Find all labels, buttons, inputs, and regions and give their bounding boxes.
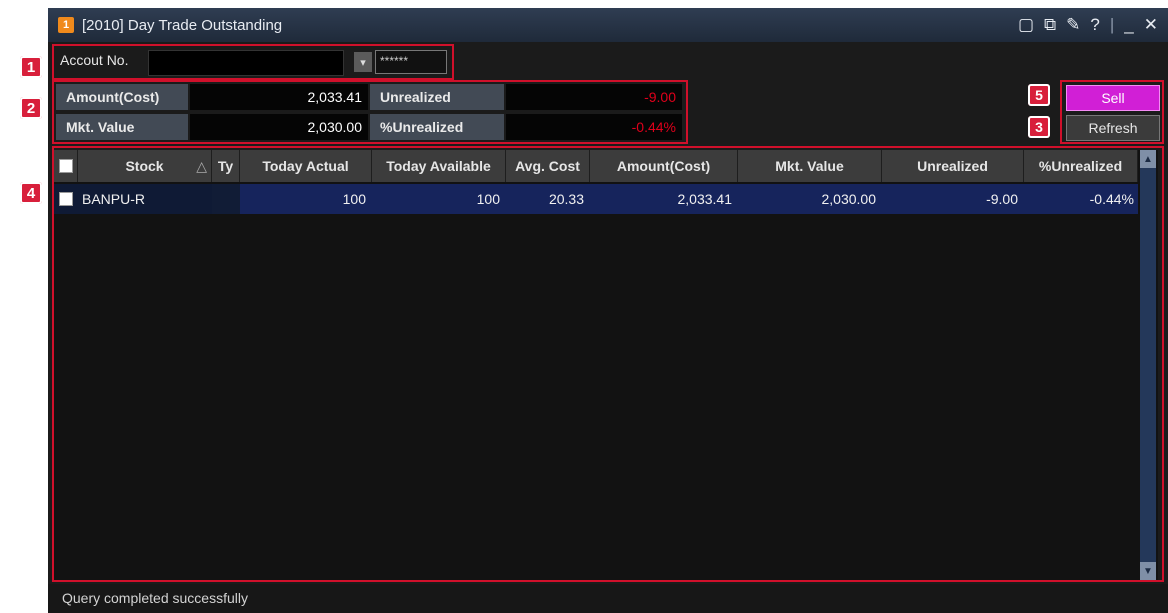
header-amount-cost[interactable]: Amount(Cost) (590, 150, 738, 182)
window-controls: ▢ ⧉ ✎ ? | _ ✕ (1018, 8, 1158, 42)
callout-badge-3: 3 (1028, 116, 1050, 138)
help-icon[interactable]: ? (1090, 15, 1099, 35)
table-row[interactable]: BANPU-R 100 100 20.33 2,033.41 2,030.00 … (54, 184, 1138, 214)
unrealized-value: -9.00 (506, 84, 682, 110)
cell-unrealized: -9.00 (882, 184, 1024, 214)
sort-up-icon: △ (196, 157, 207, 174)
day-trade-window: 1 [2010] Day Trade Outstanding ▢ ⧉ ✎ ? |… (48, 8, 1168, 613)
callout-badge-4: 4 (20, 182, 42, 204)
amount-cost-value: 2,033.41 (190, 84, 368, 110)
header-today-available[interactable]: Today Available (372, 150, 506, 182)
app-icon: 1 (58, 17, 74, 33)
cell-today-available: 100 (372, 184, 506, 214)
header-stock[interactable]: Stock △ (78, 150, 212, 182)
account-label: Accout No. (60, 52, 129, 68)
chevron-down-icon[interactable]: ▾ (354, 52, 372, 72)
header-stock-label: Stock (125, 158, 164, 174)
mkt-value-value: 2,030.00 (190, 114, 368, 140)
header-unrealized[interactable]: Unrealized (882, 150, 1024, 182)
cell-today-actual: 100 (240, 184, 372, 214)
scroll-down-icon[interactable]: ▼ (1140, 562, 1156, 580)
cell-pct-unrealized: -0.44% (1024, 184, 1138, 214)
header-ty[interactable]: Ty (212, 150, 240, 182)
header-avg-cost[interactable]: Avg. Cost (506, 150, 590, 182)
unrealized-label: Unrealized (370, 84, 504, 110)
scroll-up-icon[interactable]: ▲ (1140, 150, 1156, 168)
cell-avg-cost: 20.33 (506, 184, 590, 214)
refresh-button[interactable]: Refresh (1066, 115, 1160, 141)
popout-icon[interactable]: ⧉ (1044, 15, 1056, 35)
cell-mkt-value: 2,030.00 (738, 184, 882, 214)
account-input[interactable] (148, 50, 344, 76)
header-select-all (54, 150, 78, 182)
separator: | (1109, 15, 1115, 34)
restore-icon[interactable]: ▢ (1018, 15, 1034, 35)
status-bar: Query completed successfully (48, 584, 1168, 613)
amount-cost-label: Amount(Cost) (56, 84, 188, 110)
row-checkbox-cell (54, 184, 78, 214)
cell-ty (212, 184, 240, 214)
window-title: [2010] Day Trade Outstanding (82, 16, 283, 34)
cell-stock: BANPU-R (78, 184, 212, 214)
password-field[interactable]: ****** (375, 50, 447, 74)
sell-button[interactable]: Sell (1066, 85, 1160, 111)
pin-icon[interactable]: ✎ (1066, 15, 1080, 35)
pct-unrealized-label: %Unrealized (370, 114, 504, 140)
header-today-actual[interactable]: Today Actual (240, 150, 372, 182)
title-bar: 1 [2010] Day Trade Outstanding ▢ ⧉ ✎ ? |… (48, 8, 1168, 42)
header-mkt-value[interactable]: Mkt. Value (738, 150, 882, 182)
callout-badge-1: 1 (20, 56, 42, 78)
minimize-icon[interactable]: _ (1124, 15, 1133, 35)
pct-unrealized-value: -0.44% (506, 114, 682, 140)
row-checkbox[interactable] (59, 192, 73, 206)
callout-badge-5: 5 (1028, 84, 1050, 106)
cell-amount-cost: 2,033.41 (590, 184, 738, 214)
header-pct-unrealized[interactable]: %Unrealized (1024, 150, 1138, 182)
vertical-scrollbar[interactable]: ▲ ▼ (1140, 150, 1156, 580)
close-icon[interactable]: ✕ (1144, 15, 1158, 35)
callout-badge-2: 2 (20, 97, 42, 119)
mkt-value-label: Mkt. Value (56, 114, 188, 140)
positions-table: Stock △ Ty Today Actual Today Available … (54, 150, 1158, 580)
select-all-checkbox[interactable] (58, 159, 73, 173)
